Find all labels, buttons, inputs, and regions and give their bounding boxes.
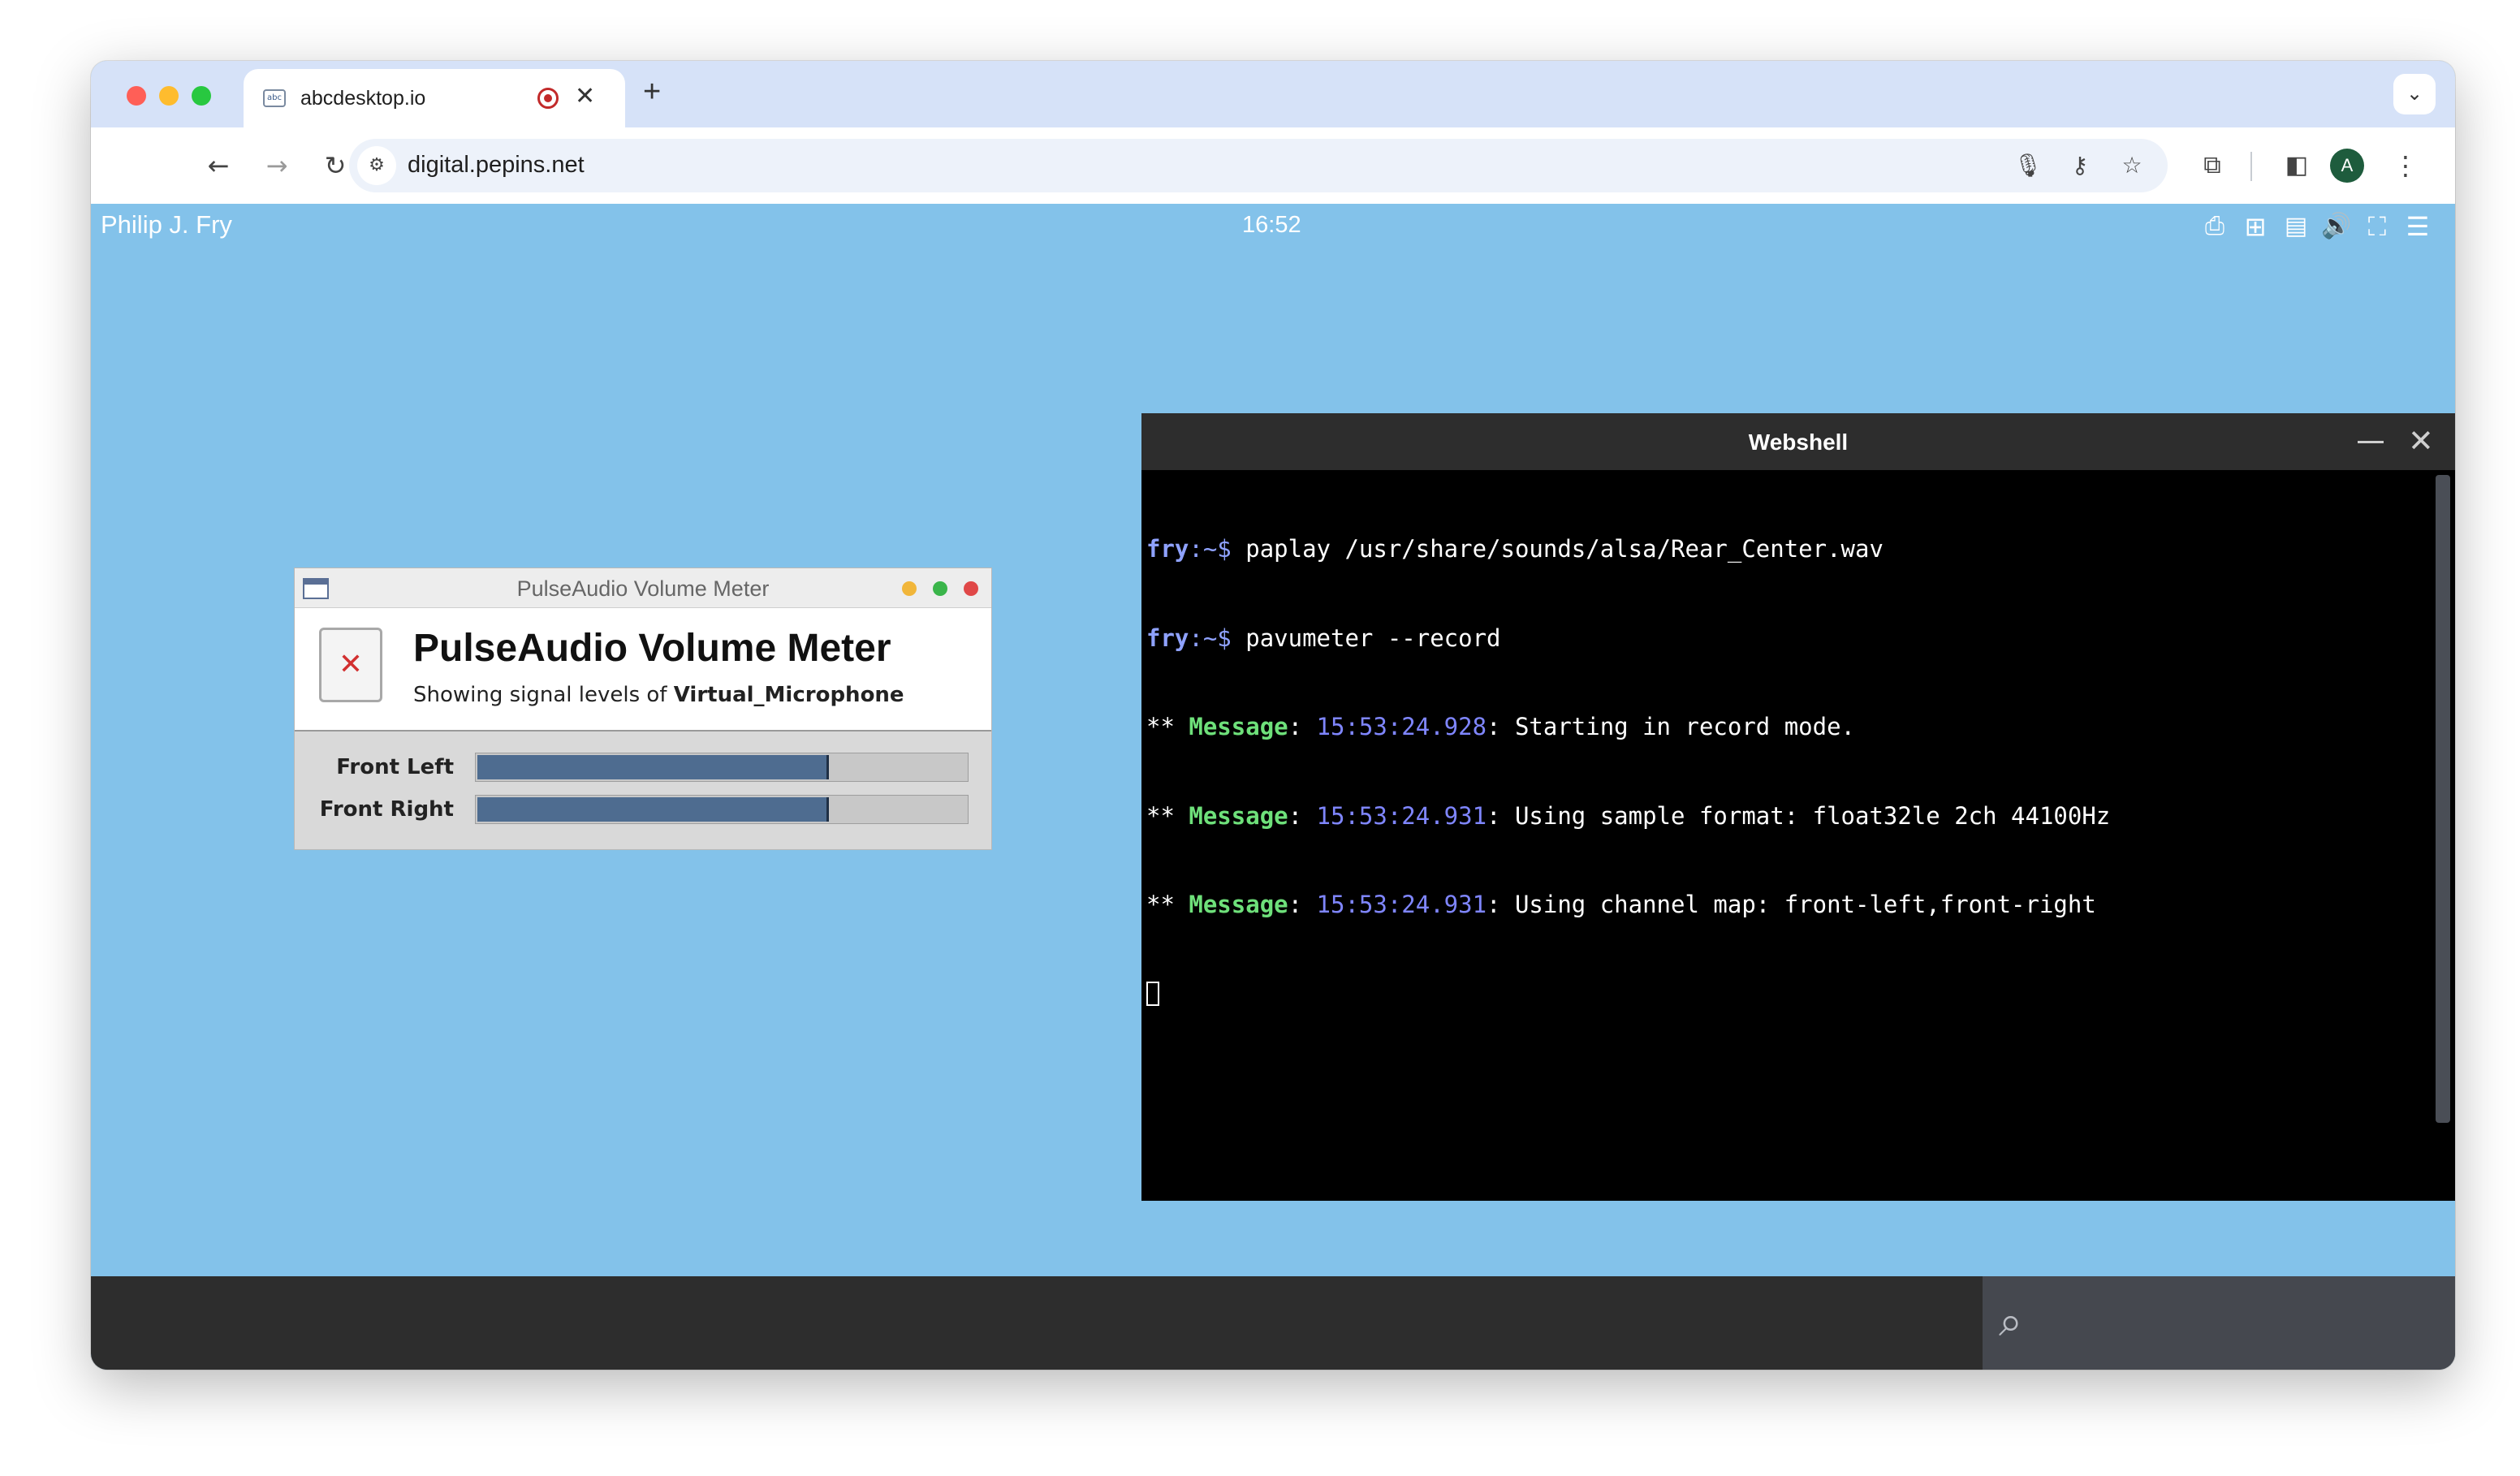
pulseaudio-subtitle: Showing signal levels of Virtual_Microph… (413, 683, 904, 707)
tab-title: abcdesktop.io (300, 87, 426, 110)
pulseaudio-titlebar[interactable]: PulseAudio Volume Meter (295, 568, 991, 608)
dock-search-field[interactable]: ⌕ (1983, 1276, 2455, 1370)
terminal-line: ** Message: 15:53:24.931: Using channel … (1146, 891, 2096, 918)
clipboard-icon[interactable]: ▤ (2278, 209, 2314, 244)
tab-abcdesktop[interactable]: abc abcdesktop.io ✕ (244, 69, 625, 127)
zoom-window-button[interactable] (192, 86, 211, 106)
dock-bar: ⌕ (91, 1276, 2455, 1370)
clock: 16:52 (1242, 212, 1301, 238)
meter-fill-front-right (477, 797, 829, 822)
fullscreen-icon[interactable]: ⛶ (2359, 209, 2395, 244)
browser-window: abc abcdesktop.io ✕ + ⌄ ← → ↻ ⌂ ⚙ digita… (91, 61, 2455, 1370)
browser-toolbar: ← → ↻ ⌂ ⚙ digital.pepins.net 🎙 ⚷ ☆ ⧉ ◧ A… (91, 127, 2455, 204)
maximize-dot-button[interactable] (933, 581, 947, 596)
terminal-line: fry:~$ pavumeter --record (1146, 624, 1501, 652)
search-icon: ⌕ (1999, 1297, 2023, 1346)
minimize-window-button[interactable] (159, 86, 179, 106)
terminal-line: fry:~$ paplay /usr/share/sounds/alsa/Rea… (1146, 535, 1884, 563)
site-info-icon[interactable]: ⚙ (357, 146, 396, 185)
minimize-dot-button[interactable] (902, 581, 917, 596)
extensions-icon[interactable]: ⧉ (2190, 144, 2234, 188)
tab-close-icon[interactable]: ✕ (575, 82, 595, 110)
close-window-button[interactable] (127, 86, 146, 106)
minimize-icon[interactable] (2358, 441, 2384, 443)
pulseaudio-heading: PulseAudio Volume Meter (413, 627, 891, 670)
webshell-window: Webshell ✕ fry:~$ paplay /usr/share/soun… (1141, 413, 2455, 1201)
profile-avatar[interactable]: A (2330, 149, 2364, 183)
webshell-title: Webshell (1748, 429, 1849, 455)
side-panel-icon[interactable]: ◧ (2275, 144, 2319, 188)
pulseaudio-window: PulseAudio Volume Meter ✕ PulseAudio Vol… (294, 568, 992, 850)
tab-strip: abc abcdesktop.io ✕ + ⌄ (91, 61, 2455, 127)
more-menu-icon[interactable]: ⋮ (2384, 144, 2427, 188)
toolbar-separator (2250, 152, 2252, 181)
back-arrow-icon[interactable]: ← (196, 144, 240, 188)
terminal-cursor (1146, 981, 1159, 1006)
meter-fill-front-left (477, 755, 829, 779)
address-bar[interactable]: ⚙ digital.pepins.net 🎙 ⚷ ☆ (349, 139, 2168, 192)
terminal-line: ** Message: 15:53:24.931: Using sample f… (1146, 801, 2111, 830)
tab-search-chevron-icon[interactable]: ⌄ (2393, 74, 2436, 114)
grid-icon[interactable]: ⊞ (2237, 209, 2273, 244)
tab-favicon-icon: abc (263, 89, 286, 107)
menu-icon[interactable]: ☰ (2400, 209, 2436, 244)
terminal-line (1146, 979, 2429, 1009)
bookmark-star-icon[interactable]: ☆ (2111, 145, 2153, 187)
meter-front-left (475, 753, 969, 782)
url-text[interactable]: digital.pepins.net (408, 152, 585, 179)
channel-label-front-left: Front Left (336, 755, 454, 779)
desktop-area: Philip J. Fry 16:52 ⎙ ⊞ ▤ 🔊 ⛶ ☰ PulseAud… (91, 204, 2455, 1276)
printer-icon[interactable]: ⎙ (2197, 209, 2233, 244)
key-icon[interactable]: ⚷ (2059, 145, 2101, 187)
pulseaudio-header: ✕ PulseAudio Volume Meter Showing signal… (295, 608, 991, 732)
channel-label-front-right: Front Right (319, 797, 454, 822)
speaker-icon[interactable]: 🔊 (2319, 209, 2354, 244)
new-tab-button[interactable]: + (643, 76, 661, 108)
forward-arrow-icon[interactable]: → (255, 144, 299, 188)
webshell-titlebar[interactable]: Webshell ✕ (1141, 413, 2455, 470)
close-icon[interactable]: ✕ (2408, 423, 2434, 459)
close-dot-button[interactable] (964, 581, 978, 596)
terminal-line: ** Message: 15:53:24.928: Starting in re… (1146, 713, 1855, 740)
terminal-output[interactable]: fry:~$ paplay /usr/share/sounds/alsa/Rea… (1146, 475, 2429, 1189)
broken-image-icon: ✕ (319, 628, 382, 702)
microphone-icon[interactable]: 🎙 (2007, 145, 2049, 187)
terminal-scrollbar[interactable] (2436, 475, 2450, 1123)
window-title: PulseAudio Volume Meter (516, 576, 770, 601)
meter-front-right (475, 795, 969, 824)
recording-indicator-icon (537, 88, 559, 109)
user-name[interactable]: Philip J. Fry (101, 210, 232, 240)
source-name: Virtual_Microphone (673, 683, 904, 707)
